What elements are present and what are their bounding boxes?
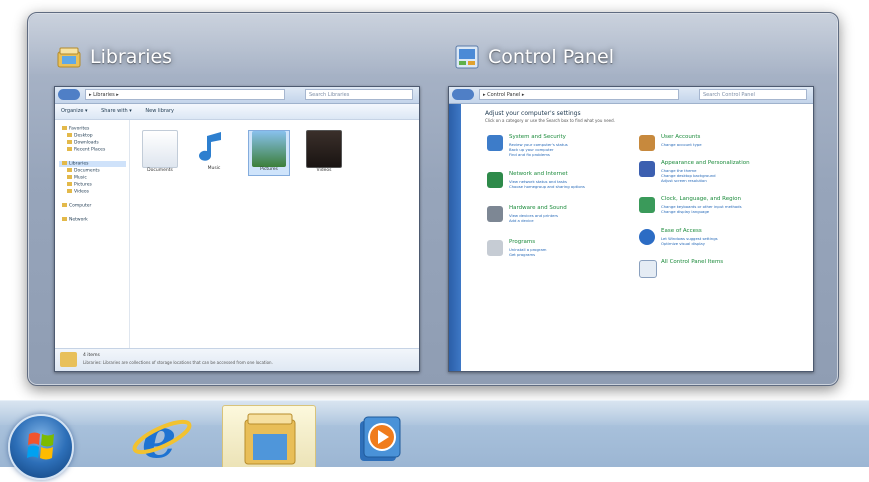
control-panel-sidebar <box>449 104 461 371</box>
list-icon <box>639 260 657 278</box>
library-folder-icon <box>60 352 77 367</box>
control-panel-body: Adjust your computer's settings Click on… <box>461 104 813 371</box>
nav-favorites: Favorites <box>62 126 89 132</box>
nav-libraries: Libraries <box>59 161 126 167</box>
nav-computer: Computer <box>62 203 91 209</box>
nav-documents: Documents <box>67 168 100 174</box>
new-library-button: New library <box>145 108 175 114</box>
organize-menu: Organize ▾ <box>61 108 88 114</box>
taskbar-windows-explorer[interactable] <box>222 405 316 467</box>
control-panel-icon <box>454 44 480 70</box>
clock-globe-icon <box>639 197 655 213</box>
documents-icon <box>142 130 178 168</box>
category-network-internet: Network and Internet View network status… <box>487 171 637 199</box>
address-bar: ▸ Libraries ▸ Search Libraries <box>55 87 419 104</box>
address-bar: ▸ Control Panel ▸ Search Control Panel <box>449 87 813 104</box>
users-icon <box>639 135 655 151</box>
windows-logo-icon <box>27 432 54 460</box>
details-description: Libraries: Libraries are collections of … <box>83 360 273 365</box>
thumbnail-libraries[interactable]: ▸ Libraries ▸ Search Libraries Organize … <box>54 86 420 372</box>
search-field: Search Libraries <box>305 89 413 100</box>
back-forward-icon <box>58 89 80 100</box>
navigation-pane: Favorites Desktop Downloads Recent Place… <box>55 120 130 349</box>
category-system-security: System and Security Review your computer… <box>487 134 637 162</box>
nav-videos: Videos <box>67 189 89 195</box>
library-music: Music <box>194 130 234 174</box>
category-user-accounts: User Accounts Change account type <box>639 134 789 162</box>
nav-downloads: Downloads <box>67 140 99 146</box>
internet-explorer-icon: e <box>132 406 192 470</box>
nav-pictures: Pictures <box>67 182 92 188</box>
thumbnail-title-text: Control Panel <box>488 46 614 68</box>
shield-icon <box>487 135 503 151</box>
control-panel-heading: Adjust your computer's settings <box>485 110 581 117</box>
libraries-icon <box>56 44 82 70</box>
back-forward-icon <box>452 89 474 100</box>
taskbar-thumbnail-flyout: Libraries ▸ Libraries ▸ Search Libraries… <box>27 12 839 386</box>
thumbnail-title-libraries[interactable]: Libraries <box>56 43 172 71</box>
pictures-icon <box>252 131 286 167</box>
library-documents: Documents <box>140 130 180 174</box>
windows-explorer-folder-icon <box>244 413 296 465</box>
printer-icon <box>487 206 503 222</box>
address-field: ▸ Libraries ▸ <box>85 89 285 100</box>
thumbnail-title-text: Libraries <box>90 46 173 68</box>
nav-desktop: Desktop <box>67 133 93 139</box>
category-programs: Programs Uninstall a program Get program… <box>487 239 637 267</box>
category-hardware-sound: Hardware and Sound View devices and prin… <box>487 205 637 233</box>
music-icon <box>197 130 231 166</box>
category-all-items: All Control Panel Items <box>639 259 789 287</box>
nav-recent-places: Recent Places <box>67 147 105 153</box>
videos-icon <box>306 130 342 168</box>
search-field: Search Control Panel <box>699 89 807 100</box>
command-bar: Organize ▾ Share with ▾ New library <box>55 104 419 120</box>
nav-network: Network <box>62 217 88 223</box>
taskbar-internet-explorer[interactable]: e <box>120 405 204 470</box>
programs-icon <box>487 240 503 256</box>
details-item-count: 4 items <box>83 353 100 358</box>
thumbnail-title-control-panel[interactable]: Control Panel <box>454 43 614 71</box>
category-ease-of-access: Ease of Access Let Windows suggest setti… <box>639 228 789 256</box>
nav-music: Music <box>67 175 87 181</box>
control-panel-subheading: Click on a category or use the Search bo… <box>485 118 615 123</box>
library-videos: Videos <box>304 130 344 174</box>
details-pane: 4 items Libraries: Libraries are collect… <box>55 348 419 371</box>
monitor-icon <box>639 161 655 177</box>
library-pictures: Pictures <box>248 130 290 176</box>
start-button[interactable] <box>8 414 74 480</box>
taskbar: e <box>0 400 869 480</box>
globe-icon <box>487 172 503 188</box>
category-appearance: Appearance and Personalization Change th… <box>639 160 789 188</box>
address-field: ▸ Control Panel ▸ <box>479 89 679 100</box>
category-clock-language: Clock, Language, and Region Change keybo… <box>639 196 789 224</box>
taskbar-windows-media-player[interactable] <box>340 405 424 467</box>
share-menu: Share with ▾ <box>101 108 132 114</box>
thumbnail-control-panel[interactable]: ▸ Control Panel ▸ Search Control Panel A… <box>448 86 814 372</box>
accessibility-icon <box>639 229 655 245</box>
library-content: Documents Music Pictures Videos <box>130 120 419 349</box>
media-player-icon <box>360 416 401 461</box>
